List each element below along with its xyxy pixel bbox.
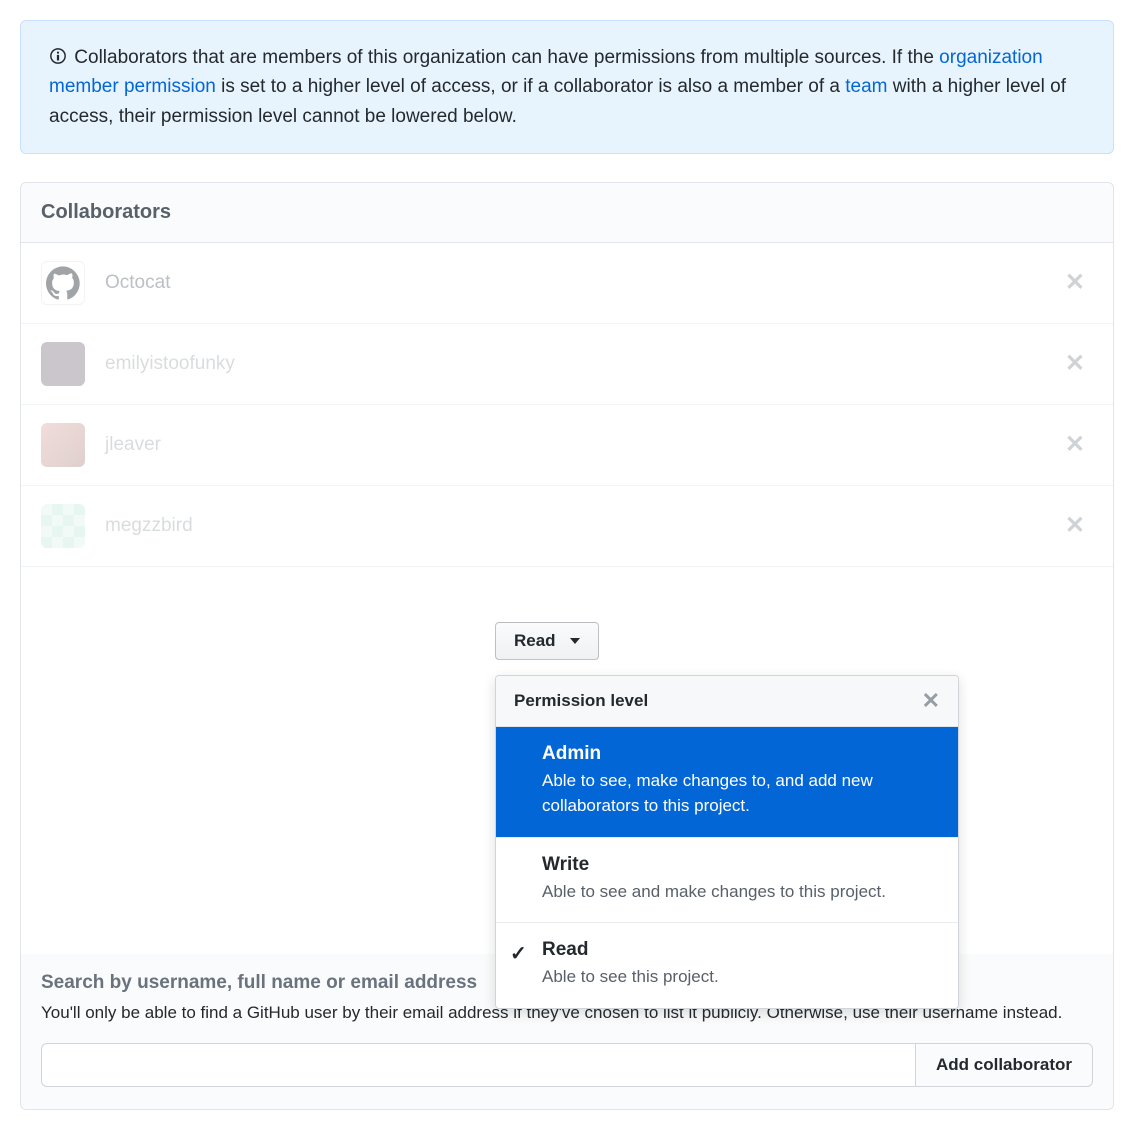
info-text-mid: is set to a higher level of access, or i… <box>221 76 845 97</box>
username: emilyistoofunky <box>105 353 1037 375</box>
add-collaborator-button[interactable]: Add collaborator <box>915 1043 1093 1087</box>
permission-option-read[interactable]: ✓ Read Able to see this project. <box>496 923 958 1008</box>
permission-option-desc: Able to see and make changes to this pro… <box>542 880 938 905</box>
permission-option-write[interactable]: Write Able to see and make changes to th… <box>496 838 958 924</box>
caret-down-icon <box>570 638 580 644</box>
collaborator-row: Octocat ✕ <box>21 243 1113 324</box>
dropdown-title-text: Permission level <box>514 691 648 711</box>
permission-level-menu: Permission level ✕ Admin Able to see, ma… <box>495 675 959 1009</box>
collaborator-row: jleaver ✕ <box>21 405 1113 486</box>
remove-collaborator-button[interactable]: ✕ <box>1057 352 1093 376</box>
check-icon: ✓ <box>510 941 527 966</box>
avatar <box>41 504 85 548</box>
avatar <box>41 342 85 386</box>
permission-level-button[interactable]: Read <box>495 622 599 660</box>
info-icon <box>49 47 67 65</box>
permission-option-desc: Able to see, make changes to, and add ne… <box>542 769 938 818</box>
info-text-pre: Collaborators that are members of this o… <box>74 47 939 68</box>
collaborators-panel: Collaborators Octocat ✕ emilyistoofunky … <box>20 182 1114 1110</box>
permission-option-name: Read <box>542 939 938 961</box>
remove-collaborator-button[interactable]: ✕ <box>1057 433 1093 457</box>
remove-collaborator-button[interactable]: ✕ <box>1057 271 1093 295</box>
avatar <box>41 423 85 467</box>
permission-dropdown: Read Permission level ✕ Admin Able to se… <box>495 622 959 1009</box>
remove-collaborator-button[interactable]: ✕ <box>1057 514 1093 538</box>
dropdown-header: Permission level ✕ <box>496 676 958 727</box>
username: Octocat <box>105 272 1037 294</box>
close-icon[interactable]: ✕ <box>922 690 940 712</box>
collaborators-list: Octocat ✕ emilyistoofunky ✕ jleaver ✕ me… <box>21 243 1113 954</box>
username: megzzbird <box>105 515 1037 537</box>
permission-level-label: Read <box>514 631 556 651</box>
permission-option-name: Admin <box>542 743 938 765</box>
panel-title: Collaborators <box>21 183 1113 243</box>
avatar <box>41 261 85 305</box>
permission-option-name: Write <box>542 854 938 876</box>
collaborator-row: megzzbird ✕ <box>21 486 1113 567</box>
add-collaborator-form: Add collaborator <box>41 1043 1093 1087</box>
username: jleaver <box>105 434 1037 456</box>
team-link[interactable]: team <box>845 76 887 97</box>
permission-option-admin[interactable]: Admin Able to see, make changes to, and … <box>496 727 958 837</box>
username-search-input[interactable] <box>41 1043 915 1087</box>
permission-option-desc: Able to see this project. <box>542 965 938 990</box>
octocat-icon <box>46 266 80 300</box>
collaborator-row: emilyistoofunky ✕ <box>21 324 1113 405</box>
info-banner: Collaborators that are members of this o… <box>20 20 1114 154</box>
